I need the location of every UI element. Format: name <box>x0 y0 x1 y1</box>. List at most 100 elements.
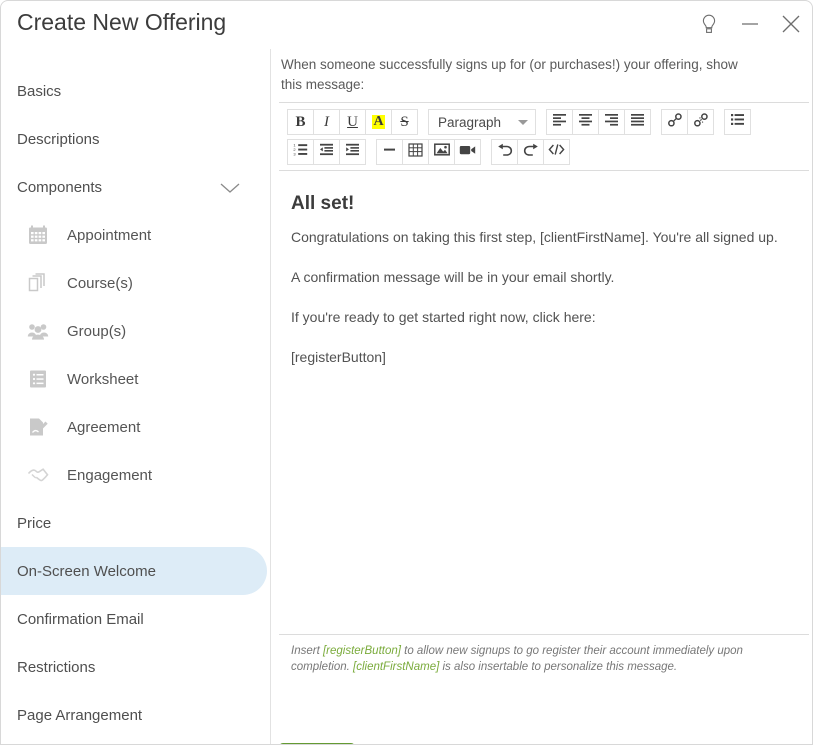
close-icon <box>779 12 803 36</box>
sidebar-item-restrictions[interactable]: Restrictions <box>1 643 267 691</box>
svg-text:3: 3 <box>293 151 296 156</box>
align-right-button[interactable] <box>598 109 625 135</box>
component-item-courses[interactable]: Course(s) <box>1 259 267 307</box>
numbered-list-icon: 123 <box>293 142 309 161</box>
indent-button[interactable] <box>339 139 366 165</box>
hint-token-register-button: [registerButton] <box>322 645 401 657</box>
italic-icon: I <box>324 113 329 130</box>
component-item-agreement[interactable]: Agreement <box>1 403 267 451</box>
toolbar-group-insert <box>376 139 481 165</box>
outdent-button[interactable] <box>313 139 340 165</box>
indent-icon <box>345 143 360 161</box>
close-button[interactable] <box>774 7 808 41</box>
align-left-button[interactable] <box>546 109 573 135</box>
toolbar-group-paragraph-format: Paragraph <box>428 109 536 135</box>
insert-link-button[interactable] <box>661 109 688 135</box>
sidebar-item-confirmation-email[interactable]: Confirmation Email <box>1 595 267 643</box>
strikethrough-icon: S <box>400 113 409 130</box>
paragraph-format-value: Paragraph <box>438 114 502 130</box>
instruction-text: When someone successfully signs up for (… <box>281 57 738 92</box>
minimize-button[interactable] <box>733 7 767 41</box>
paragraph-format-select[interactable]: Paragraph <box>428 109 536 135</box>
minimize-icon <box>739 13 761 35</box>
sidebar-item-price[interactable]: Price <box>1 499 267 547</box>
message-paragraph: A confirmation message will be in your e… <box>291 269 615 285</box>
insert-image-button[interactable] <box>428 139 455 165</box>
video-icon <box>459 143 476 161</box>
horizontal-rule-icon <box>382 143 397 161</box>
align-center-icon <box>578 113 593 131</box>
copy-pages-icon <box>25 270 51 296</box>
sidebar-item-label: Components <box>17 178 103 196</box>
strikethrough-button[interactable]: S <box>391 109 418 135</box>
signed-document-icon <box>25 414 51 440</box>
component-item-label: Engagement <box>67 466 153 484</box>
align-left-icon <box>552 113 567 131</box>
component-item-engagement[interactable]: Engagement <box>1 451 267 499</box>
align-right-icon <box>604 113 619 131</box>
toolbar-group-text-style: B I U A S <box>287 109 418 135</box>
sidebar-item-label: Basics <box>17 82 62 100</box>
unlink-icon <box>693 112 709 132</box>
sidebar-item-components[interactable]: Components <box>1 163 267 211</box>
undo-icon <box>497 143 513 162</box>
component-item-worksheet[interactable]: Worksheet <box>1 355 267 403</box>
chevron-down-icon <box>518 119 528 125</box>
create-new-offering-dialog: Create New Offering Basics Descriptions … <box>0 0 813 745</box>
component-item-label: Course(s) <box>67 274 133 292</box>
people-group-icon <box>25 318 51 344</box>
sidebar-nav: Basics Descriptions Components Appointme… <box>1 49 271 744</box>
hint-line2-post: is also insertable to personalize this m… <box>439 661 678 673</box>
component-item-label: Group(s) <box>67 322 127 340</box>
text-color-button[interactable]: A <box>365 109 392 135</box>
italic-button[interactable]: I <box>313 109 340 135</box>
component-item-appointment[interactable]: Appointment <box>1 211 267 259</box>
editor-hint-text: Insert [registerButton] to allow new sig… <box>279 634 809 685</box>
message-paragraph: If you're ready to get started right now… <box>291 309 596 325</box>
source-code-button[interactable] <box>543 139 570 165</box>
hint-token-client-first-name: [clientFirstName] <box>353 661 440 673</box>
link-icon <box>667 112 683 132</box>
toolbar-group-alignment <box>546 109 651 135</box>
handshake-icon <box>25 462 51 488</box>
image-icon <box>433 143 450 161</box>
tips-button[interactable] <box>692 7 726 41</box>
remove-link-button[interactable] <box>687 109 714 135</box>
sidebar-item-label: Restrictions <box>17 658 96 676</box>
bold-icon: B <box>295 113 306 130</box>
align-center-button[interactable] <box>572 109 599 135</box>
hint-line1-pre: Insert <box>291 645 323 657</box>
sidebar-item-on-screen-welcome[interactable]: On-Screen Welcome <box>1 547 267 595</box>
component-item-groups[interactable]: Group(s) <box>1 307 267 355</box>
chevron-down-icon[interactable] <box>219 181 241 193</box>
code-icon <box>548 143 565 161</box>
sidebar-item-descriptions[interactable]: Descriptions <box>1 115 267 163</box>
table-icon <box>408 142 423 162</box>
bullet-list-button[interactable] <box>724 109 751 135</box>
underline-icon: U <box>347 113 358 130</box>
bold-button[interactable]: B <box>287 109 314 135</box>
sidebar-item-basics[interactable]: Basics <box>1 67 267 115</box>
sidebar-item-label: Descriptions <box>17 130 100 148</box>
dialog-titlebar: Create New Offering <box>1 1 812 49</box>
bullet-list-icon <box>730 113 745 131</box>
sidebar-item-page-arrangement[interactable]: Page Arrangement <box>1 691 267 739</box>
editor-toolbar: B I U A S Paragraph 1 2 3 <box>279 103 809 171</box>
main-content: When someone successfully signs up for (… <box>271 49 812 744</box>
numbered-list-button[interactable]: 123 <box>287 139 314 165</box>
toolbar-group-history <box>491 139 570 165</box>
align-justify-button[interactable] <box>624 109 651 135</box>
redo-button[interactable] <box>517 139 544 165</box>
horizontal-rule-button[interactable] <box>376 139 403 165</box>
toolbar-row-1: B I U A S Paragraph <box>287 109 801 135</box>
toolbar-group-link <box>661 109 714 135</box>
insert-video-button[interactable] <box>454 139 481 165</box>
editor-content-area[interactable]: All set! Congratulations on taking this … <box>279 183 809 687</box>
dialog-footer: Create <box>279 686 809 744</box>
undo-button[interactable] <box>491 139 518 165</box>
sidebar-item-label: Page Arrangement <box>17 706 143 724</box>
toolbar-group-bullet-list <box>724 109 751 135</box>
underline-button[interactable]: U <box>339 109 366 135</box>
insert-table-button[interactable] <box>402 139 429 165</box>
component-item-label: Appointment <box>67 226 152 244</box>
